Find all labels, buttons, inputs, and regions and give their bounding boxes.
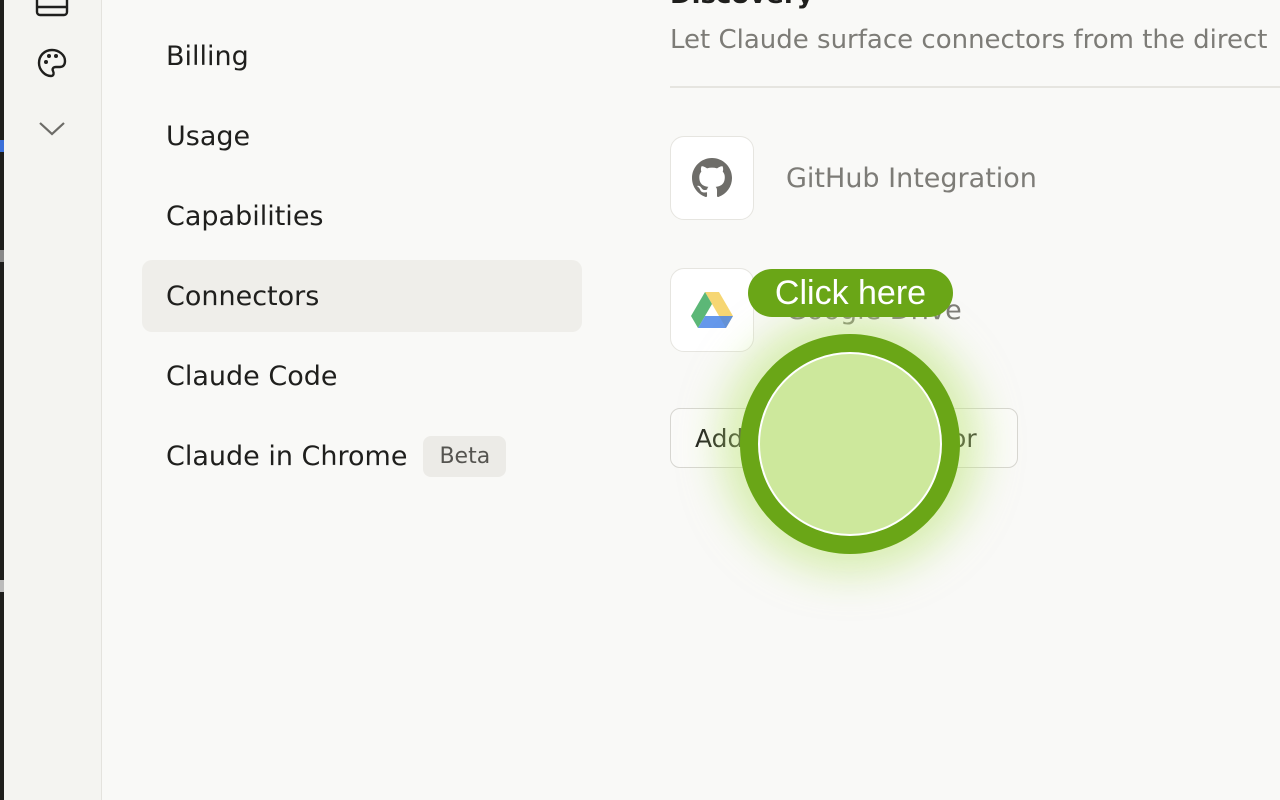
nav-item-label: Capabilities (166, 200, 324, 232)
github-icon (670, 136, 754, 220)
add-custom-connector-button[interactable]: Add custom connector (670, 408, 1018, 468)
nav-item-capabilities[interactable]: Capabilities (142, 180, 582, 252)
nav-item-connectors[interactable]: Connectors (142, 260, 582, 332)
nav-item-billing[interactable]: Billing (142, 20, 582, 92)
nav-item-label: Claude in Chrome (166, 440, 408, 472)
nav-item-label: Connectors (166, 280, 320, 312)
nav-item-claude-in-chrome[interactable]: Claude in Chrome Beta (142, 420, 582, 492)
nav-item-usage[interactable]: Usage (142, 100, 582, 172)
section-title: Discovery (670, 0, 814, 10)
settings-nav: Billing Usage Capabilities Connectors Cl… (142, 20, 582, 500)
section-description: Let Claude surface connectors from the d… (670, 25, 1268, 55)
nav-item-label: Usage (166, 120, 251, 152)
google-drive-icon (670, 268, 754, 352)
connector-name: GitHub Integration (786, 162, 1037, 194)
chevron-down-icon[interactable] (34, 111, 70, 147)
divider (670, 86, 1280, 88)
connector-row-google-drive[interactable]: Google Drive (670, 268, 962, 352)
settings-page: Billing Usage Capabilities Connectors Cl… (0, 0, 1280, 800)
nav-item-label: Claude Code (166, 360, 338, 392)
connector-name: Google Drive (786, 294, 962, 326)
nav-item-label: Billing (166, 40, 249, 72)
connectors-panel: Discovery Let Claude surface connectors … (670, 0, 1280, 800)
connector-row-github[interactable]: GitHub Integration (670, 136, 1037, 220)
icon-rail (4, 0, 102, 800)
palette-icon[interactable] (34, 45, 70, 81)
beta-badge: Beta (423, 435, 507, 477)
ruler-icon[interactable] (34, 0, 70, 24)
nav-item-claude-code[interactable]: Claude Code (142, 340, 582, 412)
